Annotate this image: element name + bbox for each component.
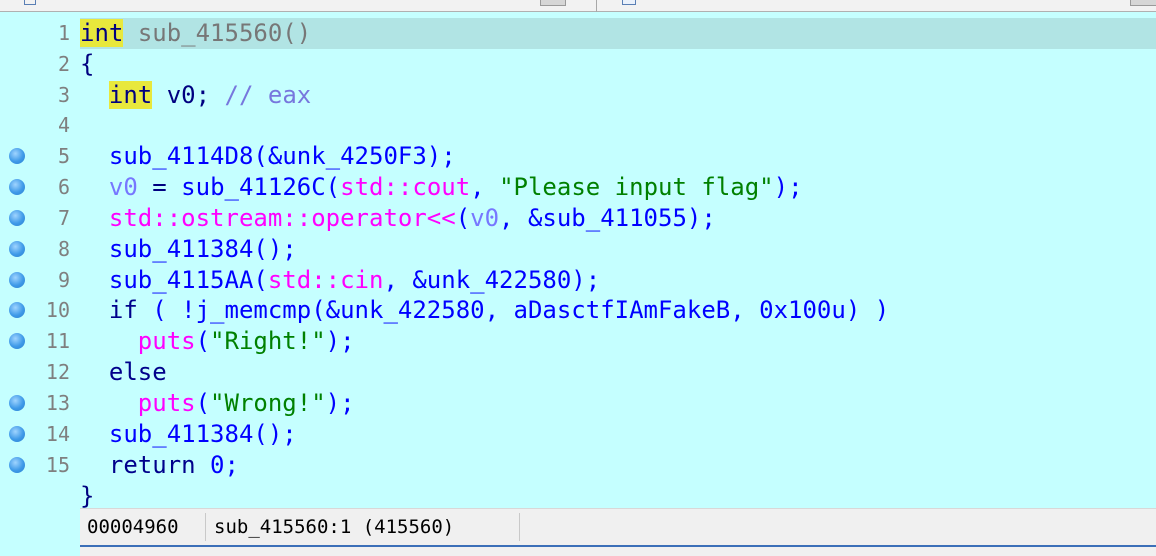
close-paren: ); (325, 327, 355, 355)
code-line[interactable]: int sub_415560() (80, 18, 1156, 49)
function-name[interactable]: sub_415560() (138, 19, 311, 47)
open-brace: { (80, 50, 95, 78)
breakpoint-marker[interactable] (9, 179, 25, 195)
library-ref[interactable]: puts (138, 389, 196, 417)
breakpoint-marker[interactable] (9, 241, 25, 257)
call-args[interactable]: , &sub_411055); (499, 204, 716, 232)
code-line[interactable]: { (80, 49, 1156, 80)
code-line[interactable]: sub_411384(); (80, 234, 1156, 265)
return-value[interactable]: 0; (196, 451, 239, 479)
string-literal[interactable]: "Please input flag" (499, 173, 774, 201)
breakpoint-marker[interactable] (9, 426, 25, 442)
if-keyword: if (108, 296, 138, 324)
close-paren: ); (325, 389, 355, 417)
line-number: 2 (57, 52, 70, 76)
code-line[interactable]: int v0; // eax (80, 80, 1156, 111)
top-toolbar (0, 0, 1156, 12)
string-literal[interactable]: "Wrong!" (210, 389, 326, 417)
call-args[interactable]: , &unk_422580); (383, 266, 600, 294)
status-location: sub_415560:1 (415560) (214, 516, 455, 538)
library-ref[interactable]: std::cout (340, 173, 470, 201)
breakpoint-marker[interactable] (9, 395, 25, 411)
code-line[interactable]: puts("Wrong!"); (80, 388, 1156, 419)
line-number: 12 (45, 360, 70, 384)
tab-close-button-2[interactable] (1130, 0, 1156, 6)
register-comment: // eax (224, 81, 312, 109)
line-number: 4 (57, 113, 70, 137)
pseudocode-editor[interactable]: int sub_415560() { int v0; // eax sub_41… (80, 13, 1156, 510)
variable-ref[interactable]: v0 (470, 204, 499, 232)
bottom-accent-line (80, 545, 1156, 547)
breakpoint-marker[interactable] (9, 302, 25, 318)
open-paren: ( (455, 204, 471, 232)
call-name[interactable]: sub_4115AA( (109, 266, 268, 294)
status-bar: 00004960 sub_415560:1 (415560) (80, 508, 1156, 545)
code-line[interactable]: if ( !j_memcmp(&unk_422580, aDasctfIAmFa… (80, 295, 1156, 326)
open-paren: ( (195, 327, 211, 355)
assign-op: = (137, 173, 182, 201)
breakpoint-marker[interactable] (9, 272, 25, 288)
code-line[interactable]: v0 = sub_41126C(std::cout, "Please input… (80, 172, 1156, 203)
toolbar-divider (596, 0, 597, 12)
status-offset: 00004960 (87, 516, 179, 538)
code-line[interactable]: sub_411384(); (80, 419, 1156, 450)
breakpoint-marker[interactable] (9, 457, 25, 473)
code-line[interactable]: return 0; (80, 450, 1156, 481)
line-number-gutter[interactable]: 1 2 3 4 5 6 7 8 9 10 11 12 13 14 15 (0, 13, 80, 556)
variable-ref[interactable]: v0 (109, 173, 138, 201)
else-keyword: else (108, 358, 167, 386)
line-number: 1 (57, 21, 70, 45)
call-statement[interactable]: sub_4114D8(&unk_4250F3); (109, 142, 456, 170)
breakpoint-marker[interactable] (9, 210, 25, 226)
code-line[interactable]: sub_4115AA(std::cin, &unk_422580); (80, 265, 1156, 296)
type-keyword[interactable]: int (80, 19, 124, 47)
string-literal[interactable]: "Right!" (210, 327, 326, 355)
tab-close-button[interactable] (540, 0, 566, 6)
call-statement[interactable]: sub_411384(); (109, 420, 297, 448)
breakpoint-marker[interactable] (9, 333, 25, 349)
breakpoint-marker[interactable] (9, 148, 25, 164)
pseudocode-window-icon[interactable] (24, 0, 36, 5)
library-ref[interactable]: puts (138, 327, 196, 355)
hex-view-icon[interactable] (622, 0, 636, 5)
library-ref[interactable]: std::ostream::operator<< (109, 204, 456, 232)
library-ref[interactable]: std::cin (268, 266, 384, 294)
code-line[interactable]: std::ostream::operator<<(v0, &sub_411055… (80, 203, 1156, 234)
line-number: 3 (57, 83, 70, 107)
call-name[interactable]: sub_41126C( (181, 173, 340, 201)
variable-decl[interactable]: v0; (167, 81, 210, 109)
call-statement[interactable]: sub_411384(); (109, 235, 297, 263)
code-line[interactable]: puts("Right!"); (80, 326, 1156, 357)
code-line[interactable]: else (80, 357, 1156, 388)
code-line[interactable]: sub_4114D8(&unk_4250F3); (80, 141, 1156, 172)
comma: , (470, 173, 500, 201)
type-keyword[interactable]: int (108, 81, 153, 109)
status-separator (519, 513, 520, 541)
status-separator (205, 513, 206, 541)
close-paren: ); (773, 173, 803, 201)
close-brace: } (80, 482, 95, 510)
condition-expression[interactable]: ( !j_memcmp(&unk_422580, aDasctfIAmFakeB… (138, 296, 889, 324)
open-paren: ( (195, 389, 211, 417)
return-keyword: return (108, 451, 196, 479)
